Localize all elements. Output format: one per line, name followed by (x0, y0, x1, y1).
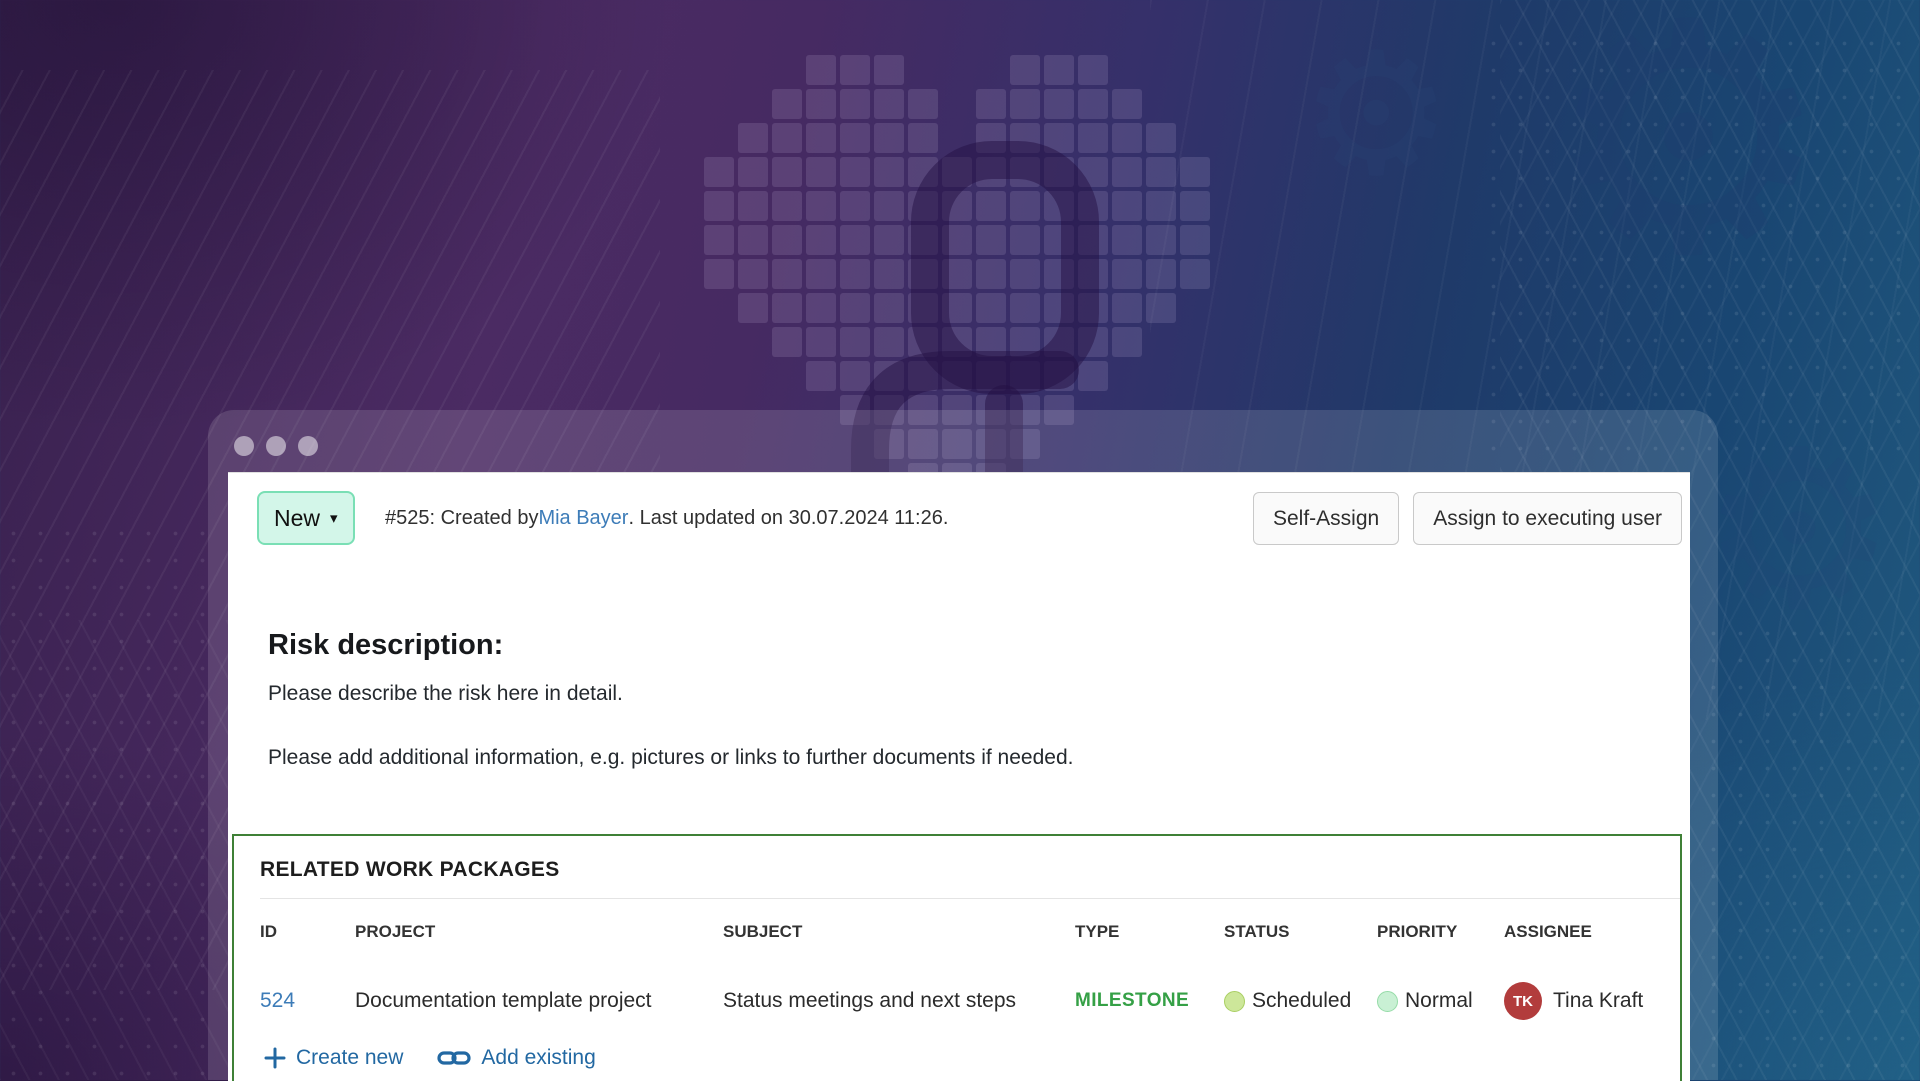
create-new-label: Create new (296, 1046, 404, 1069)
window-controls (234, 436, 318, 456)
table-header-row: ID PROJECT SUBJECT TYPE STATUS PRIORITY … (234, 922, 1680, 942)
column-header-status: STATUS (1224, 922, 1290, 941)
status-label: New (274, 504, 321, 531)
divider (260, 898, 1680, 899)
project-cell: Documentation template project (355, 989, 652, 1012)
column-header-priority: PRIORITY (1377, 922, 1458, 941)
subject-cell: Status meetings and next steps (723, 989, 1017, 1012)
risk-description: Risk description: Please describe the ri… (268, 629, 1518, 810)
gear-icon: ⚙ (1700, 402, 1898, 658)
work-package-meta: #525: Created by Mia Bayer . Last update… (385, 491, 948, 545)
column-header-id: ID (260, 922, 277, 941)
column-header-type: TYPE (1075, 922, 1120, 941)
status-dropdown[interactable]: New ▾ (257, 491, 355, 545)
create-new-button[interactable]: Create new (264, 1046, 403, 1070)
window-dot-icon (266, 436, 286, 456)
risk-description-paragraph: Please describe the risk here in detail. (268, 682, 623, 705)
meta-suffix: . Last updated on 30.07.2024 11:26. (628, 506, 949, 529)
column-header-project: PROJECT (355, 922, 436, 941)
assign-executing-user-button[interactable]: Assign to executing user (1413, 492, 1682, 545)
gear-icon: ⚙ (1300, 16, 1453, 214)
column-header-assignee: ASSIGNEE (1504, 922, 1592, 941)
priority-cell: Normal (1405, 989, 1473, 1012)
dot-grid-pattern (0, 520, 210, 1080)
status-cell: Scheduled (1252, 989, 1352, 1012)
table-row[interactable]: 524 Documentation template project Statu… (234, 976, 1680, 1026)
header-actions: Self-Assign Assign to executing user (1252, 492, 1682, 545)
related-actions: Create new Add existing (264, 1046, 596, 1070)
risk-description-paragraph: Please add additional information, e.g. … (268, 746, 1074, 769)
self-assign-button[interactable]: Self-Assign (1252, 492, 1400, 545)
window-dot-icon (234, 436, 254, 456)
dot-grid-pattern (1700, 620, 1920, 1080)
browser-window-card: New ▾ #525: Created by Mia Bayer . Last … (208, 410, 1718, 1081)
chevron-down-icon: ▾ (330, 510, 338, 527)
avatar: TK (1504, 982, 1542, 1020)
risk-description-title: Risk description: (268, 629, 504, 661)
assignee-name: Tina Kraft (1553, 989, 1644, 1012)
meta-prefix: #525: Created by (385, 506, 539, 529)
status-dot-icon (1224, 990, 1245, 1012)
add-existing-button[interactable]: Add existing (437, 1046, 596, 1070)
type-badge: MILESTONE (1075, 990, 1190, 1011)
column-header-subject: SUBJECT (723, 922, 803, 941)
plus-icon (264, 1047, 286, 1069)
work-package-panel: New ▾ #525: Created by Mia Bayer . Last … (228, 472, 1690, 1081)
priority-dot-icon (1377, 990, 1398, 1012)
window-dot-icon (298, 436, 318, 456)
related-work-packages-section: RELATED WORK PACKAGES ID PROJECT SUBJECT… (232, 834, 1682, 1081)
gear-icon: ⚙ (1545, 0, 1832, 326)
work-package-id-link[interactable]: 524 (260, 989, 295, 1013)
section-title: RELATED WORK PACKAGES (260, 858, 560, 881)
add-existing-label: Add existing (481, 1046, 596, 1069)
dot-grid-pattern (1480, 30, 1910, 460)
author-link[interactable]: Mia Bayer (538, 507, 628, 530)
link-icon (437, 1051, 471, 1065)
